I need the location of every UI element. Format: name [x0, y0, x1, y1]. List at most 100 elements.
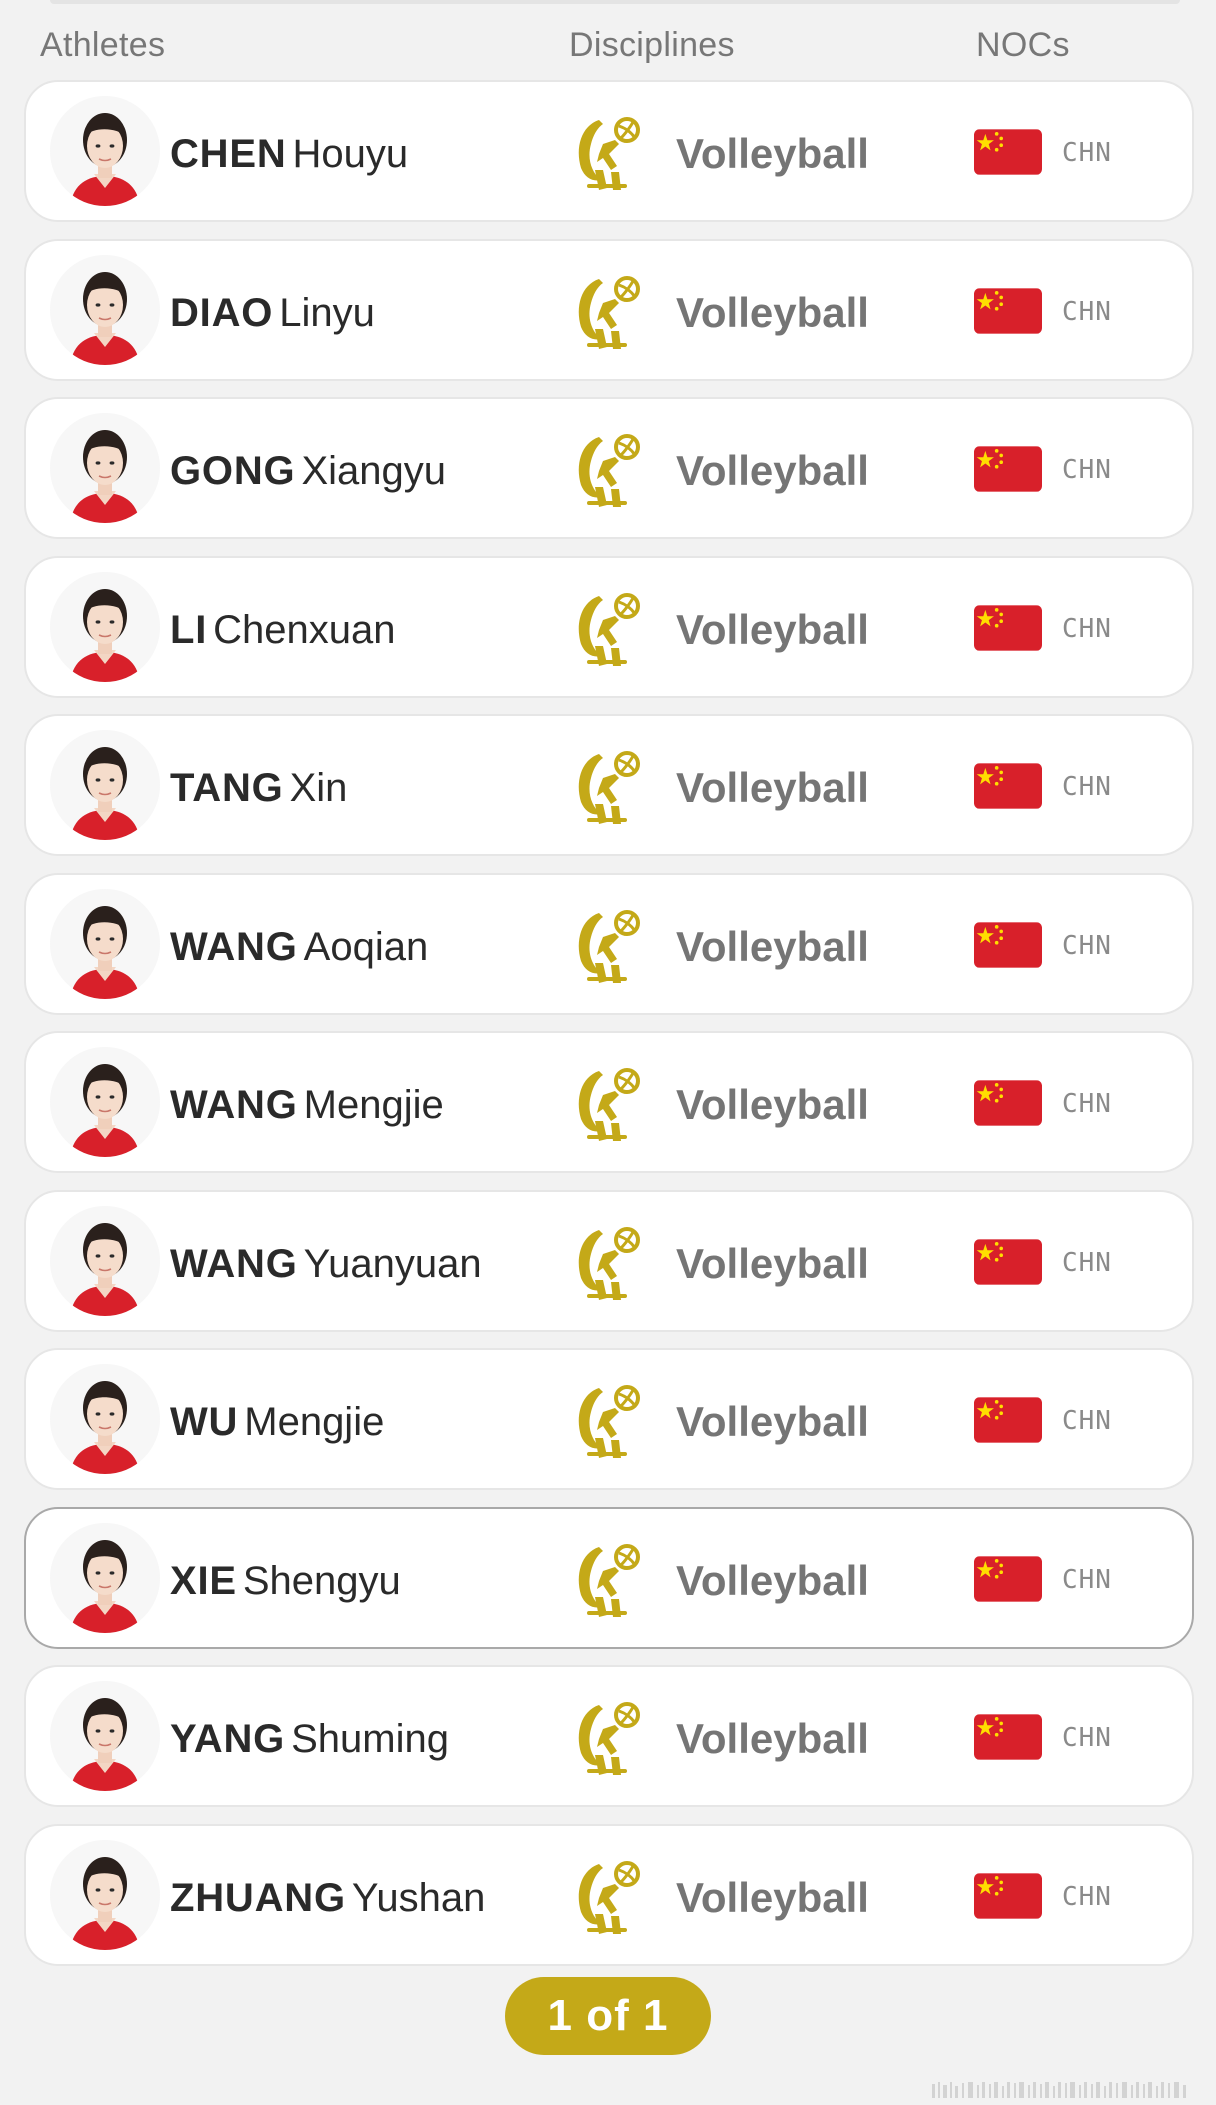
discipline-label: Volleyball — [676, 447, 869, 494]
athlete-avatar — [50, 1047, 160, 1157]
discipline-label: Volleyball — [676, 605, 869, 653]
athlete-surname: ZHUANG — [170, 1875, 346, 1920]
athlete-avatar — [50, 96, 160, 206]
volleyball-icon — [573, 1065, 647, 1145]
china-flag-icon — [974, 1872, 1042, 1919]
athletes-column-header[interactable]: Athletes — [40, 26, 165, 65]
athlete-row-selected[interactable]: XIE Shengyu Volleyball CHN — [24, 1506, 1194, 1649]
discipline-label: Volleyball — [676, 1556, 869, 1604]
volleyball-icon — [573, 1699, 647, 1779]
athlete-given-name: Yuanyuan — [303, 1241, 482, 1286]
athlete-given-name: Mengjie — [244, 1400, 385, 1444]
china-flag-icon — [974, 446, 1042, 492]
athlete-surname: CHEN — [170, 132, 287, 176]
athlete-surname: WU — [170, 1400, 239, 1444]
athlete-surname: GONG — [170, 449, 296, 493]
athlete-name[interactable]: DIAO Linyu — [170, 291, 375, 335]
volleyball-icon — [573, 1541, 647, 1621]
athlete-given-name: Linyu — [279, 290, 375, 335]
athlete-given-name: Chenxuan — [213, 607, 396, 652]
athlete-list: CHEN Houyu Volleyball CHN DIAO Linyu Volle… — [24, 80, 1194, 1982]
athlete-row[interactable]: YANG Shuming Volleyball CHN — [24, 1665, 1194, 1807]
nocs-column-header[interactable]: NOCs — [976, 26, 1070, 65]
athlete-given-name: Shuming — [291, 1717, 449, 1761]
athlete-avatar — [50, 413, 160, 523]
athlete-row[interactable]: LI Chenxuan Volleyball CHN — [24, 555, 1194, 698]
athlete-row[interactable]: TANG Xin Volleyball CHN — [24, 714, 1194, 856]
athlete-avatar — [50, 1839, 160, 1950]
athlete-name[interactable]: LI Chenxuan — [170, 608, 396, 652]
athlete-avatar — [50, 254, 160, 365]
athlete-avatar — [50, 571, 160, 682]
china-flag-icon — [974, 287, 1042, 334]
discipline-label: Volleyball — [676, 1398, 869, 1445]
athlete-given-name: Shengyu — [242, 1558, 401, 1603]
athlete-row[interactable]: WU Mengjie Volleyball CHN — [24, 1348, 1194, 1490]
athlete-avatar — [50, 1205, 160, 1316]
volleyball-icon — [573, 907, 647, 987]
watermark-barcode — [932, 2082, 1186, 2098]
athlete-row[interactable]: WANG Aoqian Volleyball CHN — [24, 872, 1194, 1015]
athlete-surname: WANG — [170, 1241, 298, 1286]
noc-code: CHN — [1062, 930, 1112, 961]
athlete-name[interactable]: YANG Shuming — [170, 1717, 449, 1761]
athlete-name[interactable]: CHEN Houyu — [170, 132, 408, 176]
athlete-surname: WANG — [170, 924, 298, 969]
china-flag-icon — [974, 1555, 1042, 1602]
volleyball-icon — [573, 748, 647, 828]
athlete-avatar — [50, 730, 160, 840]
athlete-surname: TANG — [170, 766, 284, 810]
china-flag-icon — [974, 763, 1042, 809]
athlete-name[interactable]: GONG Xiangyu — [170, 449, 446, 493]
volleyball-icon — [573, 431, 647, 511]
athlete-name[interactable]: WANG Yuanyuan — [170, 1242, 482, 1286]
noc-code: CHN — [1062, 296, 1112, 327]
athlete-surname: LI — [170, 607, 208, 652]
athlete-given-name: Xin — [289, 766, 348, 810]
discipline-label: Volleyball — [676, 1081, 869, 1128]
athlete-surname: WANG — [170, 1083, 298, 1127]
volleyball-icon — [573, 1382, 647, 1462]
china-flag-icon — [974, 1238, 1042, 1285]
athlete-row[interactable]: ZHUANG Yushan Volleyball CHN — [24, 1823, 1194, 1966]
athlete-given-name: Yushan — [351, 1875, 486, 1920]
athlete-avatar — [50, 1364, 160, 1474]
athlete-name[interactable]: WANG Aoqian — [170, 925, 428, 969]
noc-code: CHN — [1062, 1247, 1112, 1278]
disciplines-column-header[interactable]: Disciplines — [569, 26, 735, 65]
athlete-given-name: Xiangyu — [301, 449, 446, 493]
china-flag-icon — [974, 1080, 1042, 1126]
noc-code: CHN — [1062, 138, 1112, 168]
noc-code: CHN — [1062, 1564, 1112, 1595]
volleyball-icon — [573, 1224, 647, 1304]
athlete-row[interactable]: CHEN Houyu Volleyball CHN — [24, 80, 1194, 222]
china-flag-icon — [974, 921, 1042, 968]
noc-code: CHN — [1062, 772, 1112, 802]
athlete-row[interactable]: WANG Mengjie Volleyball CHN — [24, 1031, 1194, 1173]
athlete-surname: DIAO — [170, 290, 274, 335]
athlete-given-name: Aoqian — [303, 924, 429, 969]
athlete-name[interactable]: TANG Xin — [170, 766, 347, 810]
athlete-row[interactable]: WANG Yuanyuan Volleyball CHN — [24, 1189, 1194, 1332]
athlete-row[interactable]: GONG Xiangyu Volleyball CHN — [24, 397, 1194, 539]
china-flag-icon — [974, 1397, 1042, 1443]
noc-code: CHN — [1062, 1881, 1112, 1912]
athlete-given-name: Mengjie — [303, 1083, 444, 1127]
pagination-button[interactable]: 1 of 1 — [505, 1977, 711, 2055]
table-header: Athletes Disciplines NOCs — [0, 20, 1216, 72]
noc-code: CHN — [1062, 455, 1112, 485]
athlete-name[interactable]: XIE Shengyu — [170, 1559, 401, 1603]
noc-code: CHN — [1062, 1089, 1112, 1119]
discipline-label: Volleyball — [676, 922, 869, 970]
athlete-surname: YANG — [170, 1717, 286, 1761]
athlete-name[interactable]: ZHUANG Yushan — [170, 1876, 485, 1920]
discipline-label: Volleyball — [676, 1239, 869, 1287]
top-divider — [50, 0, 1180, 4]
athlete-name[interactable]: WU Mengjie — [170, 1400, 384, 1444]
discipline-label: Volleyball — [676, 764, 869, 811]
athlete-row[interactable]: DIAO Linyu Volleyball CHN — [24, 238, 1194, 381]
athlete-name[interactable]: WANG Mengjie — [170, 1083, 444, 1127]
volleyball-icon — [573, 114, 647, 194]
volleyball-icon — [573, 590, 647, 670]
athlete-given-name: Houyu — [292, 132, 409, 176]
